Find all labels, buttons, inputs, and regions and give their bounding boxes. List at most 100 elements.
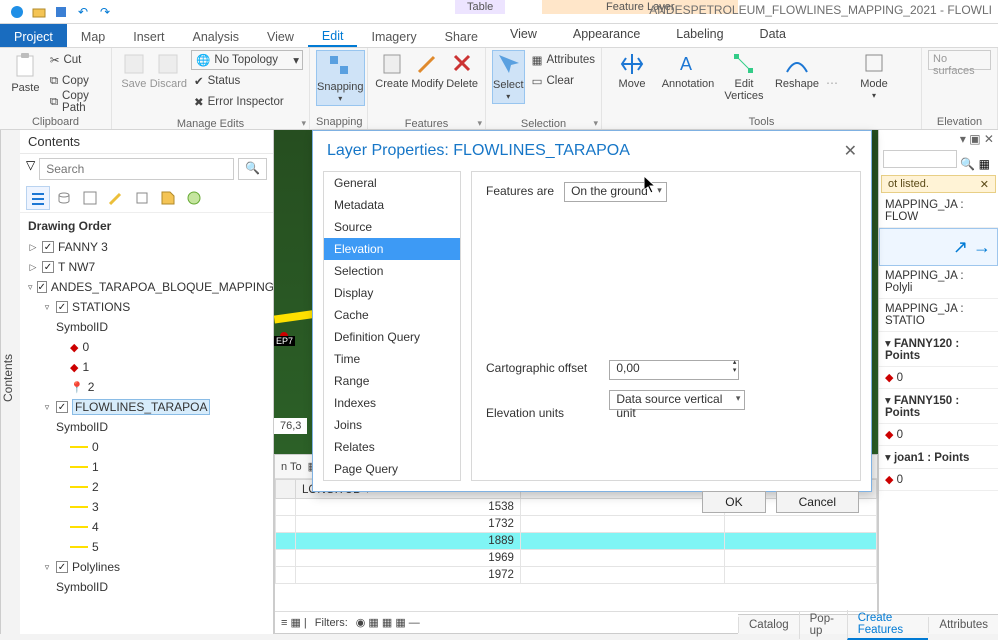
template-item[interactable]: MAPPING_JA : STATIO: [879, 299, 998, 332]
copy-path-button[interactable]: ⧉Copy Path: [47, 92, 105, 112]
tab-table-view[interactable]: View: [492, 24, 555, 47]
tab-edit[interactable]: Edit: [308, 24, 358, 47]
list-by-edit-icon[interactable]: [104, 186, 128, 210]
ok-button[interactable]: OK: [702, 491, 765, 513]
list-by-snap-icon[interactable]: [130, 186, 154, 210]
toc-node[interactable]: ◆0: [20, 337, 273, 357]
cancel-button[interactable]: Cancel: [776, 491, 859, 513]
tab-imagery[interactable]: Imagery: [357, 24, 430, 47]
context-tab-table[interactable]: Table: [455, 0, 505, 14]
toc-node[interactable]: 2: [20, 477, 273, 497]
move-button[interactable]: Move: [608, 50, 656, 90]
toc-node[interactable]: ◆1: [20, 357, 273, 377]
zoom-to[interactable]: n To: [281, 461, 302, 473]
cart-offset-input[interactable]: 0,00: [609, 360, 739, 380]
tab-create-features[interactable]: Create Features: [847, 610, 929, 640]
save-edits-button[interactable]: Save: [118, 50, 150, 90]
annotation-button[interactable]: AAnnotation: [660, 50, 716, 90]
dlg-nav-page-query[interactable]: Page Query: [324, 458, 460, 480]
paste-button[interactable]: Paste: [6, 50, 45, 94]
tab-analysis[interactable]: Analysis: [179, 24, 254, 47]
tab-labeling[interactable]: Labeling: [658, 24, 741, 47]
feat-sub[interactable]: ◆ 0: [879, 469, 998, 491]
dlg-nav-time[interactable]: Time: [324, 348, 460, 370]
toc-node[interactable]: ▿✓ANDES_TARAPOA_BLOQUE_MAPPING_JA: [20, 277, 273, 297]
feat-header[interactable]: ▾ FANNY150 : Points: [879, 389, 998, 424]
toc-node[interactable]: ▷✓T NW7: [20, 257, 273, 277]
status-button[interactable]: ✔Status: [191, 71, 303, 91]
tab-view[interactable]: View: [253, 24, 308, 47]
error-inspector-button[interactable]: ✖Error Inspector: [191, 92, 303, 112]
dlg-nav-selection[interactable]: Selection: [324, 260, 460, 282]
save-icon[interactable]: [50, 3, 72, 21]
dlg-nav-cache[interactable]: Cache: [324, 304, 460, 326]
list-by-source-icon[interactable]: [52, 186, 76, 210]
toc-node[interactable]: 0: [20, 437, 273, 457]
template-item[interactable]: MAPPING_JA : FLOW: [879, 195, 998, 228]
dlg-nav-general[interactable]: General: [324, 172, 460, 194]
tab-map[interactable]: Map: [67, 24, 119, 47]
dlg-nav-definition-query[interactable]: Definition Query: [324, 326, 460, 348]
feat-sub[interactable]: ◆ 0: [879, 424, 998, 446]
dlg-nav-joins[interactable]: Joins: [324, 414, 460, 436]
toc-node[interactable]: ▿✓FLOWLINES_TARAPOA: [20, 397, 273, 417]
undo-icon[interactable]: ↶: [72, 3, 94, 21]
dlg-nav-display[interactable]: Display: [324, 282, 460, 304]
modify-button[interactable]: Modify: [410, 50, 446, 90]
tab-catalog[interactable]: Catalog: [738, 617, 799, 633]
manage-launcher-icon[interactable]: ▾: [301, 118, 306, 129]
toc-node[interactable]: SymbolID: [20, 417, 273, 437]
search-input[interactable]: [39, 158, 234, 180]
toc-node[interactable]: 3: [20, 497, 273, 517]
search-icon[interactable]: 🔍: [238, 158, 267, 180]
table-row[interactable]: 1969: [276, 550, 877, 567]
toc-node[interactable]: SymbolID: [20, 577, 273, 597]
close-icon[interactable]: ✕: [844, 141, 857, 161]
open-icon[interactable]: [28, 3, 50, 21]
warning-bar[interactable]: ot listed.✕: [881, 175, 996, 193]
dlg-nav-range[interactable]: Range: [324, 370, 460, 392]
list-by-drawing-icon[interactable]: [26, 186, 50, 210]
toc-node[interactable]: ▷✓FANNY 3: [20, 237, 273, 257]
topology-dropdown[interactable]: 🌐No Topology▾: [191, 50, 303, 70]
tab-project[interactable]: Project: [0, 24, 67, 47]
elev-units-dropdown[interactable]: Data source vertical unit: [609, 390, 745, 410]
toc-tree[interactable]: ▷✓FANNY 3▷✓T NW7▿✓ANDES_TARAPOA_BLOQUE_M…: [20, 237, 273, 634]
features-are-dropdown[interactable]: On the ground: [564, 182, 667, 202]
dlg-nav-elevation[interactable]: Elevation: [324, 238, 460, 260]
cut-button[interactable]: ✂Cut: [47, 50, 105, 70]
copy-button[interactable]: ⧉Copy: [47, 71, 105, 91]
tab-data[interactable]: Data: [742, 24, 804, 47]
delete-button[interactable]: Delete: [445, 50, 479, 90]
snapping-button[interactable]: Snapping▾: [316, 50, 365, 106]
toc-node[interactable]: 5: [20, 537, 273, 557]
toc-node[interactable]: 4: [20, 517, 273, 537]
features-launcher-icon[interactable]: ▾: [477, 118, 482, 129]
dlg-nav-relates[interactable]: Relates: [324, 436, 460, 458]
feat-sub[interactable]: ◆ 0: [879, 367, 998, 389]
tab-popup[interactable]: Pop-up: [799, 611, 847, 639]
surface-dropdown[interactable]: No surfaces: [928, 50, 991, 70]
toc-node[interactable]: 1: [20, 457, 273, 477]
clear-button[interactable]: ▭Clear: [529, 71, 598, 91]
reshape-button[interactable]: Reshape: [772, 50, 822, 90]
template-item[interactable]: MAPPING_JA : Polyli: [879, 266, 998, 299]
feat-header[interactable]: ▾ FANNY120 : Points: [879, 332, 998, 367]
create-button[interactable]: Create: [374, 50, 410, 90]
toc-node[interactable]: 📍2: [20, 377, 273, 397]
toc-node[interactable]: ▿✓STATIONS: [20, 297, 273, 317]
active-tool-box[interactable]: ↗ →: [879, 228, 998, 266]
tab-share[interactable]: Share: [431, 24, 492, 47]
list-by-selection-icon[interactable]: [78, 186, 102, 210]
discard-edits-button[interactable]: Discard: [150, 50, 187, 90]
toc-node[interactable]: ▿✓Polylines: [20, 557, 273, 577]
list-by-perf-icon[interactable]: [182, 186, 206, 210]
toc-node[interactable]: SymbolID: [20, 317, 273, 337]
list-by-label-icon[interactable]: [156, 186, 180, 210]
edit-vertices-button[interactable]: Edit Vertices: [720, 50, 768, 102]
contents-docktab[interactable]: Contents: [0, 130, 20, 634]
dlg-nav-indexes[interactable]: Indexes: [324, 392, 460, 414]
selection-launcher-icon[interactable]: ▾: [593, 118, 598, 129]
filter-icon[interactable]: ▽: [26, 158, 35, 180]
table-row[interactable]: 1889: [276, 533, 877, 550]
